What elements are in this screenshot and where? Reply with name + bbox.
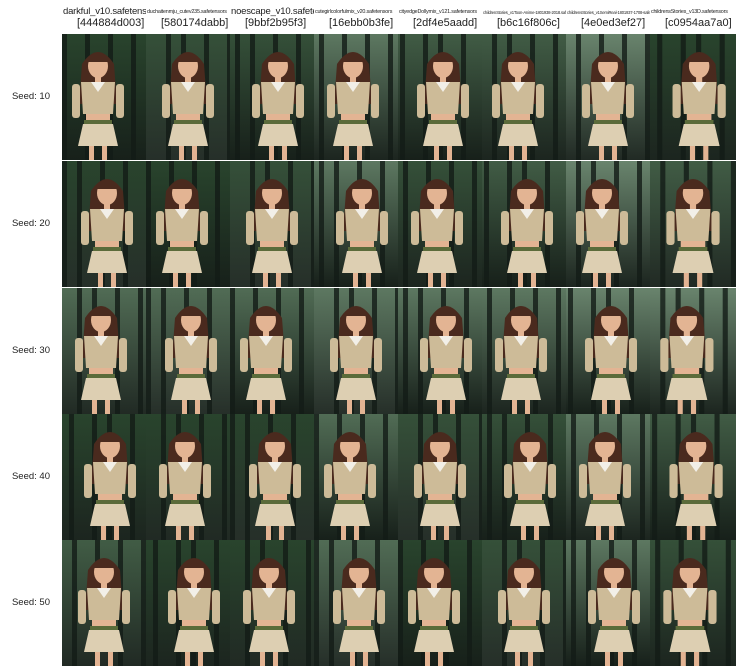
generated-image (230, 540, 314, 666)
generated-image (62, 288, 146, 414)
generated-image (146, 34, 230, 160)
column-header: cityedgeDollymix_v121.safetensors [2df4e5… (398, 0, 482, 34)
model-hash: [b6c16f806c] (497, 17, 560, 29)
column-header: noescape_v10.safetensors[9bbf2b95f3] (230, 0, 314, 34)
generated-image (482, 161, 566, 287)
generated-image (650, 414, 736, 540)
row-label: Seed: 30 (11, 345, 51, 356)
generated-image (482, 540, 566, 666)
generated-image (566, 288, 650, 414)
model-hash: [c0954aa7a0] (665, 17, 732, 29)
model-hash: [2df4e5aadd] (413, 17, 478, 29)
generated-image (314, 34, 398, 160)
generated-image (398, 540, 482, 666)
generated-image (398, 34, 482, 160)
generated-image (314, 414, 398, 540)
generated-image (398, 288, 482, 414)
model-name: cityedgeDollymix_v121.safetensors (399, 9, 477, 15)
column-header: darkful_v10.safetensors[444884d003] (62, 0, 146, 34)
generated-image (566, 34, 650, 160)
column-header: cutegirlcolorfulmix_v20.safetensors [16eb… (314, 0, 398, 34)
model-name: duchaitenmju_cutev235.safetensors (147, 9, 227, 15)
model-name: darkful_v10.safetensors (63, 6, 146, 17)
column-header: duchaitenmju_cutev235.safetensors [580174… (146, 0, 230, 34)
generated-image (62, 540, 146, 666)
model-name: childrensStories_v1SemiReal-1801937-1708… (567, 10, 650, 15)
generated-image (230, 34, 314, 160)
generated-image (314, 540, 398, 666)
generated-image (230, 161, 314, 287)
generated-image (146, 288, 230, 414)
generated-image (62, 414, 146, 540)
generated-image (482, 414, 566, 540)
model-name: noescape_v10.safetensors (231, 6, 314, 17)
model-hash: [4e0ed3ef27] (581, 17, 646, 29)
generated-image (482, 288, 566, 414)
generated-image (62, 34, 146, 160)
generated-image (146, 161, 230, 287)
generated-image (146, 540, 230, 666)
generated-image (650, 288, 736, 414)
generated-image (230, 288, 314, 414)
row-label: Seed: 10 (11, 91, 51, 102)
generated-image (398, 414, 482, 540)
model-hash: [444884d003] (77, 17, 145, 29)
generated-image (482, 34, 566, 160)
generated-image (146, 414, 230, 540)
model-hash: [580174dabb] (161, 17, 229, 29)
model-name: childrenStories_v1Toon-Anime-1801938-201… (483, 10, 566, 15)
generated-image (314, 288, 398, 414)
generated-image (62, 161, 146, 287)
generated-image (230, 414, 314, 540)
xyz-plot-grid: darkful_v10.safetensors[444884d003]ducha… (0, 0, 736, 666)
generated-image (398, 161, 482, 287)
row-label: Seed: 20 (11, 218, 51, 229)
column-header: childrenStories_v1Toon-Anime-1801938-201… (482, 0, 566, 34)
row-label: Seed: 50 (11, 597, 51, 608)
generated-image (566, 161, 650, 287)
generated-image (650, 540, 736, 666)
generated-image (566, 540, 650, 666)
model-hash: [9bbf2b95f3] (245, 17, 307, 29)
generated-image (650, 161, 736, 287)
model-name: childrensStories_v13D.safetensors (651, 9, 728, 15)
model-name: cutegirlcolorfulmix_v20.safetensors (315, 9, 393, 15)
column-header: childrensStories_v1SemiReal-1801937-1708… (566, 0, 650, 34)
generated-image (314, 161, 398, 287)
generated-image (566, 414, 650, 540)
row-label: Seed: 40 (11, 471, 51, 482)
column-header: childrensStories_v13D.safetensors [c0954a… (650, 0, 736, 34)
model-hash: [16ebb0b3fe] (329, 17, 394, 29)
generated-image (650, 34, 736, 160)
